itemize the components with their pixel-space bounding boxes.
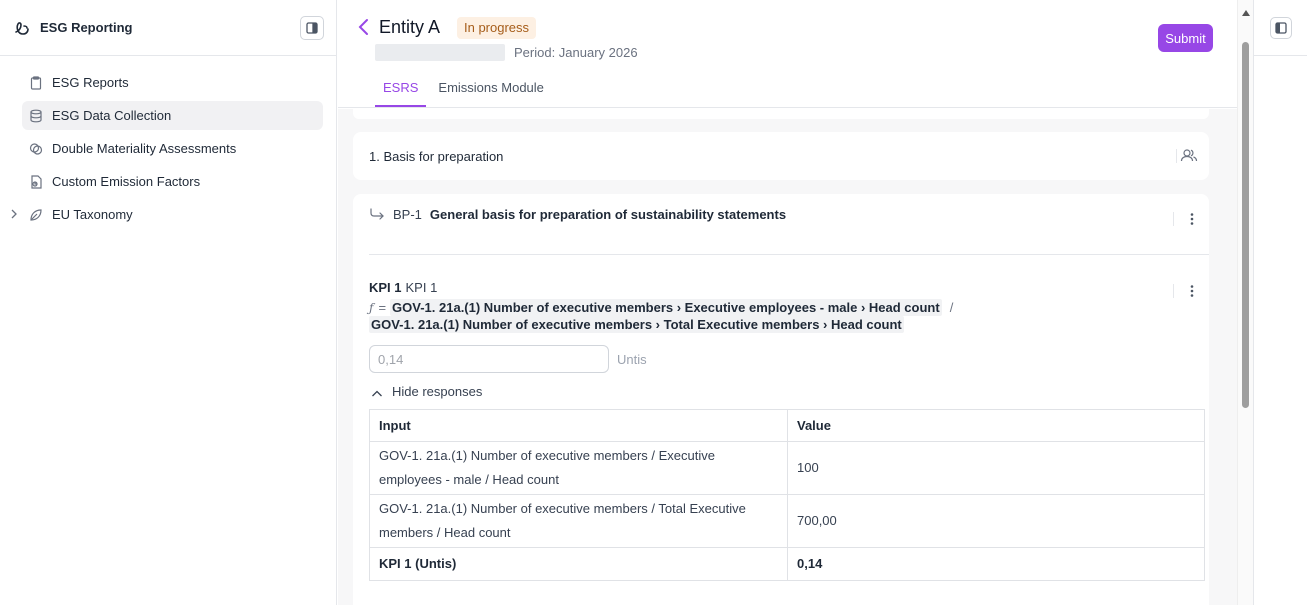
column-header-value: Value [787,409,1205,442]
sidebar-item-label: ESG Data Collection [52,108,172,123]
formula-equals: = [378,300,387,315]
hide-responses-toggle[interactable]: Hide responses [371,384,482,399]
kpi-code: KPI 1 [369,280,402,295]
cell-input: KPI 1 (Untis) [369,547,788,581]
column-header-input: Input [369,409,788,442]
more-vertical-icon[interactable] [1184,211,1200,227]
clipboard-icon [28,75,44,91]
divider [369,254,1209,255]
panel-icon [1275,22,1287,34]
table-row: GOV-1. 21a.(1) Number of executive membe… [369,494,1205,548]
chevron-up-icon [371,387,383,397]
file-chart-icon [28,174,44,190]
sidebar-item-label: Custom Emission Factors [52,174,201,189]
sidebar-header: ESG Reporting [0,0,336,56]
disclosure-header[interactable]: BP-1 General basis for preparation of su… [369,207,786,222]
section-card[interactable]: 1. Basis for preparation [353,132,1209,180]
divider [1173,212,1174,226]
sidebar-item-esg-reports[interactable]: ESG Reports [22,68,323,97]
main-content: 1. Basis for preparation BP-1 General ba… [338,109,1237,605]
section-title: 1. Basis for preparation [369,148,504,164]
period-label: Period: January 2026 [514,45,638,60]
redacted-placeholder [375,44,505,61]
brand-logo-icon [12,18,32,38]
sidebar-item-label: EU Taxonomy [52,207,133,222]
cell-value: 700,00 [787,494,1205,548]
divider [1176,149,1177,163]
overlap-circles-icon [28,141,44,157]
formula-numerator: GOV-1. 21a.(1) Number of executive membe… [390,299,942,316]
formula-operator: / [949,300,954,315]
cell-input: GOV-1. 21a.(1) Number of executive membe… [369,441,788,495]
kpi-header: KPI 1 KPI 1 [369,280,437,295]
right-panel [1253,0,1307,605]
scroll-up-arrow-icon[interactable] [1242,4,1250,16]
users-icon[interactable] [1180,148,1198,164]
cell-value: 0,14 [797,556,823,571]
database-icon [28,108,44,124]
sidebar: ESG Reporting ESG Reports ESG Data Colle… [0,0,337,605]
divider [1173,284,1174,298]
responses-table: Input Value GOV-1. 21a.(1) Number of exe… [369,409,1205,581]
app-title: ESG Reporting [40,20,133,35]
cell-value: 100 [787,441,1205,495]
tab-bar: ESRS Emissions Module [375,80,556,107]
panel-icon [306,22,318,34]
unit-label: Untis [617,352,647,367]
app-root: ESG Reporting ESG Reports ESG Data Colle… [0,0,1307,605]
sidebar-nav: ESG Reports ESG Data Collection Double M… [0,56,336,229]
disclosure-title: General basis for preparation of sustain… [429,207,787,222]
formula-denominator: GOV-1. 21a.(1) Number of executive membe… [369,316,904,333]
scrollbar-thumb[interactable] [1242,42,1249,408]
vertical-scrollbar[interactable] [1237,0,1253,605]
tab-emissions-module[interactable]: Emissions Module [430,80,552,107]
sidebar-item-double-materiality[interactable]: Double Materiality Assessments [22,134,323,163]
kpi-formula-line-1: ƒ = GOV-1. 21a.(1) Number of executive m… [369,299,953,316]
sidebar-collapse-button[interactable] [300,16,324,40]
chevron-right-icon[interactable] [8,207,20,221]
sidebar-item-custom-emission-factors[interactable]: Custom Emission Factors [22,167,323,196]
sidebar-item-label: ESG Reports [52,75,129,90]
table-header-row: Input Value [369,409,1205,442]
status-badge: In progress [457,17,537,39]
table-row: GOV-1. 21a.(1) Number of executive membe… [369,441,1205,495]
submit-button[interactable]: Submit [1158,24,1213,52]
arrow-return-icon [369,207,385,222]
kpi-formula-line-2: GOV-1. 21a.(1) Number of executive membe… [369,316,904,333]
sidebar-item-esg-data-collection[interactable]: ESG Data Collection [22,101,323,130]
tab-esrs[interactable]: ESRS [375,80,427,107]
right-panel-toggle-button[interactable] [1270,17,1292,39]
toggle-label: Hide responses [392,384,483,399]
leaf-icon [28,207,44,223]
cell-input: GOV-1. 21a.(1) Number of executive membe… [369,494,788,548]
kpi-value-input[interactable]: 0,14 [369,345,609,373]
sidebar-item-eu-taxonomy[interactable]: EU Taxonomy [11,200,323,229]
previous-card-edge [353,109,1209,119]
page-header: Entity A In progress Period: January 202… [338,0,1237,108]
disclosure-code: BP-1 [393,207,422,222]
kpi-name: KPI 1 [405,280,438,295]
table-total-row: KPI 1 (Untis) 0,14 [369,547,1205,581]
page-title: Entity A [379,17,441,37]
function-icon: ƒ [369,300,374,315]
right-panel-header [1254,0,1307,56]
sidebar-item-label: Double Materiality Assessments [52,141,237,156]
back-arrow-icon[interactable] [356,17,372,37]
more-vertical-icon[interactable] [1184,283,1200,299]
disclosure-card: BP-1 General basis for preparation of su… [353,194,1209,605]
